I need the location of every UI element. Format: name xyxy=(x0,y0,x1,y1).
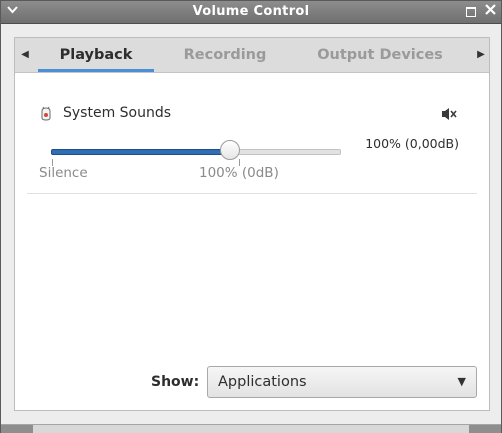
maximize-icon[interactable] xyxy=(463,4,478,19)
volume-slider-fill xyxy=(51,149,232,155)
bell-icon xyxy=(39,106,53,122)
bottom-scrollbar[interactable] xyxy=(1,424,501,433)
volume-control-window: Volume Control ◀ Playback Recording Outp… xyxy=(0,0,502,433)
volume-readout: 100% (0,00dB) xyxy=(365,136,459,151)
stream-divider xyxy=(27,193,477,194)
tab-output-devices[interactable]: Output Devices xyxy=(310,38,450,72)
volume-slider-handle[interactable] xyxy=(220,140,240,160)
tab-playback[interactable]: Playback xyxy=(38,38,154,72)
scrollbar-left-cap xyxy=(1,425,33,433)
caret-left-icon[interactable]: ◀ xyxy=(15,38,35,72)
tab-bar: ◀ Playback Recording Output Devices ▶ xyxy=(15,38,489,73)
window-title: Volume Control xyxy=(192,4,310,19)
show-label: Show: xyxy=(151,374,200,390)
show-dropdown[interactable]: Applications ▼ xyxy=(207,366,477,398)
titlebar: Volume Control xyxy=(1,1,501,24)
scrollbar-right-cap xyxy=(469,425,501,433)
speaker-mute-icon[interactable] xyxy=(441,106,459,122)
slider-label-100: 100% (0dB) xyxy=(199,165,279,181)
tab-recording[interactable]: Recording xyxy=(165,38,285,72)
main-panel: ◀ Playback Recording Output Devices ▶ Sy… xyxy=(14,37,490,411)
stream-name: System Sounds xyxy=(63,105,172,121)
slider-label-silence: Silence xyxy=(39,165,88,181)
close-icon[interactable] xyxy=(483,4,498,19)
active-tab-indicator xyxy=(38,69,154,72)
show-dropdown-value: Applications xyxy=(218,374,307,390)
caret-right-icon[interactable]: ▶ xyxy=(471,38,491,72)
caret-down-icon: ▼ xyxy=(457,375,466,388)
